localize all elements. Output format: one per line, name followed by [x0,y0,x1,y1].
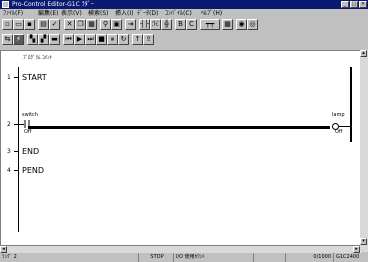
export-icon[interactable]: ⇪ [143,34,154,45]
menu-file[interactable]: ﾌｧｲﾙ(F) [3,9,23,18]
rung-tick [14,77,18,78]
app-icon [2,1,9,8]
cut-icon[interactable]: ✕ [64,19,75,30]
refresh-icon[interactable]: ↻ [118,34,129,45]
next-icon[interactable]: ⏭ [85,34,96,45]
settings-icon[interactable]: ◎ [247,19,258,30]
branch-icon[interactable]: ╬ [161,19,172,30]
menu-view[interactable]: 表示(V) [61,9,82,18]
menu-insert[interactable]: 挿入(I) [115,9,133,18]
status-empty [253,253,285,262]
c-icon[interactable]: C [186,19,197,30]
program-comment-header: ﾌﾟﾛｸﾞﾗﾑ ｺﾒﾝﾄ [23,55,53,61]
coil-lamp-label[interactable]: lamp [332,112,345,118]
status-rung: ﾗﾝｸﾞ 2 [2,254,17,260]
insert-icon[interactable]: ⇥ [125,19,136,30]
maximize-button[interactable]: □ [350,1,358,8]
coil-icon[interactable]: ℋ [150,19,161,30]
menu-data[interactable]: ﾃﾞｰﾀ(D) [137,9,158,18]
print-icon[interactable]: ▤ [38,19,49,30]
status-model: G1C2400 [333,253,368,262]
monitor-icon[interactable]: ◉ [236,19,247,30]
title-bar: Pro-Control Editor-G1C ﾗﾀﾞｰ _ □ × [0,0,368,9]
grid-icon[interactable]: ▦ [222,19,233,30]
scroll-right-icon[interactable]: ▸ [353,246,360,253]
scroll-left-icon[interactable]: ◂ [0,246,7,253]
status-io: I/O 使用ｶｳﾝﾄ [173,253,253,262]
menu-compile[interactable]: ｺﾝﾊﾟｲﾙ(C) [165,9,192,18]
horizontal-scrollbar[interactable]: ◂ ▸ [0,245,360,253]
last-icon[interactable]: ■ [96,34,107,45]
rung-tick [14,170,18,171]
run-icon[interactable]: ▚ [27,34,38,45]
paste-icon[interactable]: ▦ [86,19,97,30]
scroll-down-icon[interactable]: ▾ [360,238,367,245]
rung-instruction-start[interactable]: START [22,73,47,82]
left-power-rail [18,67,19,232]
timer-icon[interactable]: ┯┯ [200,19,220,30]
rung-number: 4 [7,167,11,174]
menu-search[interactable]: 検索(S) [88,9,109,18]
rung-2-wire [28,126,330,129]
copy-icon[interactable]: ❐ [75,19,86,30]
main-toolbar: ▫ ▭ ▪ ▤ ✓ ✕ ❐ ▦ ⚲ ▣ ⇥ ┤├ ℋ ╬ B C ┯┯ ▦ ◉ … [0,19,368,31]
close-button[interactable]: × [359,1,367,8]
check-icon[interactable]: ✓ [49,19,60,30]
rung-instruction-end[interactable]: END [22,147,39,156]
ladder-editor[interactable]: ﾌﾟﾛｸﾞﾗﾑ ｺﾒﾝﾄ 1 START switch 2 Off lamp O… [0,50,361,253]
run-toolbar: ⇆ ⚡ ▚ ▞ ▬ ⏮ ▶ ⏭ ■ ⏸ ↻ ↑ ⇪ [0,34,368,46]
stop-icon[interactable]: ▞ [38,34,49,45]
b-icon[interactable]: B [175,19,186,30]
status-bar: ﾗﾝｸﾞ 2 STOP I/O 使用ｶｳﾝﾄ 0/1000 G1C2400 [0,253,368,262]
save-icon[interactable]: ▪ [24,19,35,30]
status-mode: STOP [138,253,173,262]
tag-icon[interactable]: ▣ [111,19,122,30]
rung-instruction-pend[interactable]: PEND [22,166,44,175]
rung-number: 3 [7,148,11,155]
rung-number: 1 [7,74,11,81]
prev-icon[interactable]: ▶ [74,34,85,45]
mode-icon[interactable]: ⇆ [2,34,13,45]
rung-number: 2 [7,121,11,128]
find-icon[interactable]: ⚲ [100,19,111,30]
contact-switch-label[interactable]: switch [22,112,38,118]
window-title: Pro-Control Editor-G1C ﾗﾀﾞｰ [12,1,94,8]
coil-lamp-state: Off [335,129,343,135]
new-icon[interactable]: ▫ [2,19,13,30]
open-icon[interactable]: ▭ [13,19,24,30]
online-icon[interactable]: ⚡ [13,34,24,45]
coil-wire [339,126,350,127]
pause-icon[interactable]: ⏸ [107,34,118,45]
rung-tick [14,151,18,152]
menu-edit[interactable]: 編集(E) [38,9,58,18]
status-count: 0/1000 [285,253,333,262]
menu-help[interactable]: ﾍﾙﾌﾟ(H) [201,9,222,18]
contact-switch-state: Off [24,129,32,135]
right-power-rail [350,67,352,142]
contact-icon[interactable]: ┤├ [139,19,150,30]
vertical-scrollbar[interactable]: ▴ ▾ [360,50,368,252]
step-icon[interactable]: ▬ [49,34,60,45]
minimize-button[interactable]: _ [341,1,349,8]
arrow-up-icon[interactable]: ↑ [132,34,143,45]
menu-bar: ﾌｧｲﾙ(F) 編集(E) 表示(V) 検索(S) 挿入(I) ﾃﾞｰﾀ(D) … [0,9,368,18]
first-icon[interactable]: ⏮ [63,34,74,45]
scroll-up-icon[interactable]: ▴ [360,50,367,57]
